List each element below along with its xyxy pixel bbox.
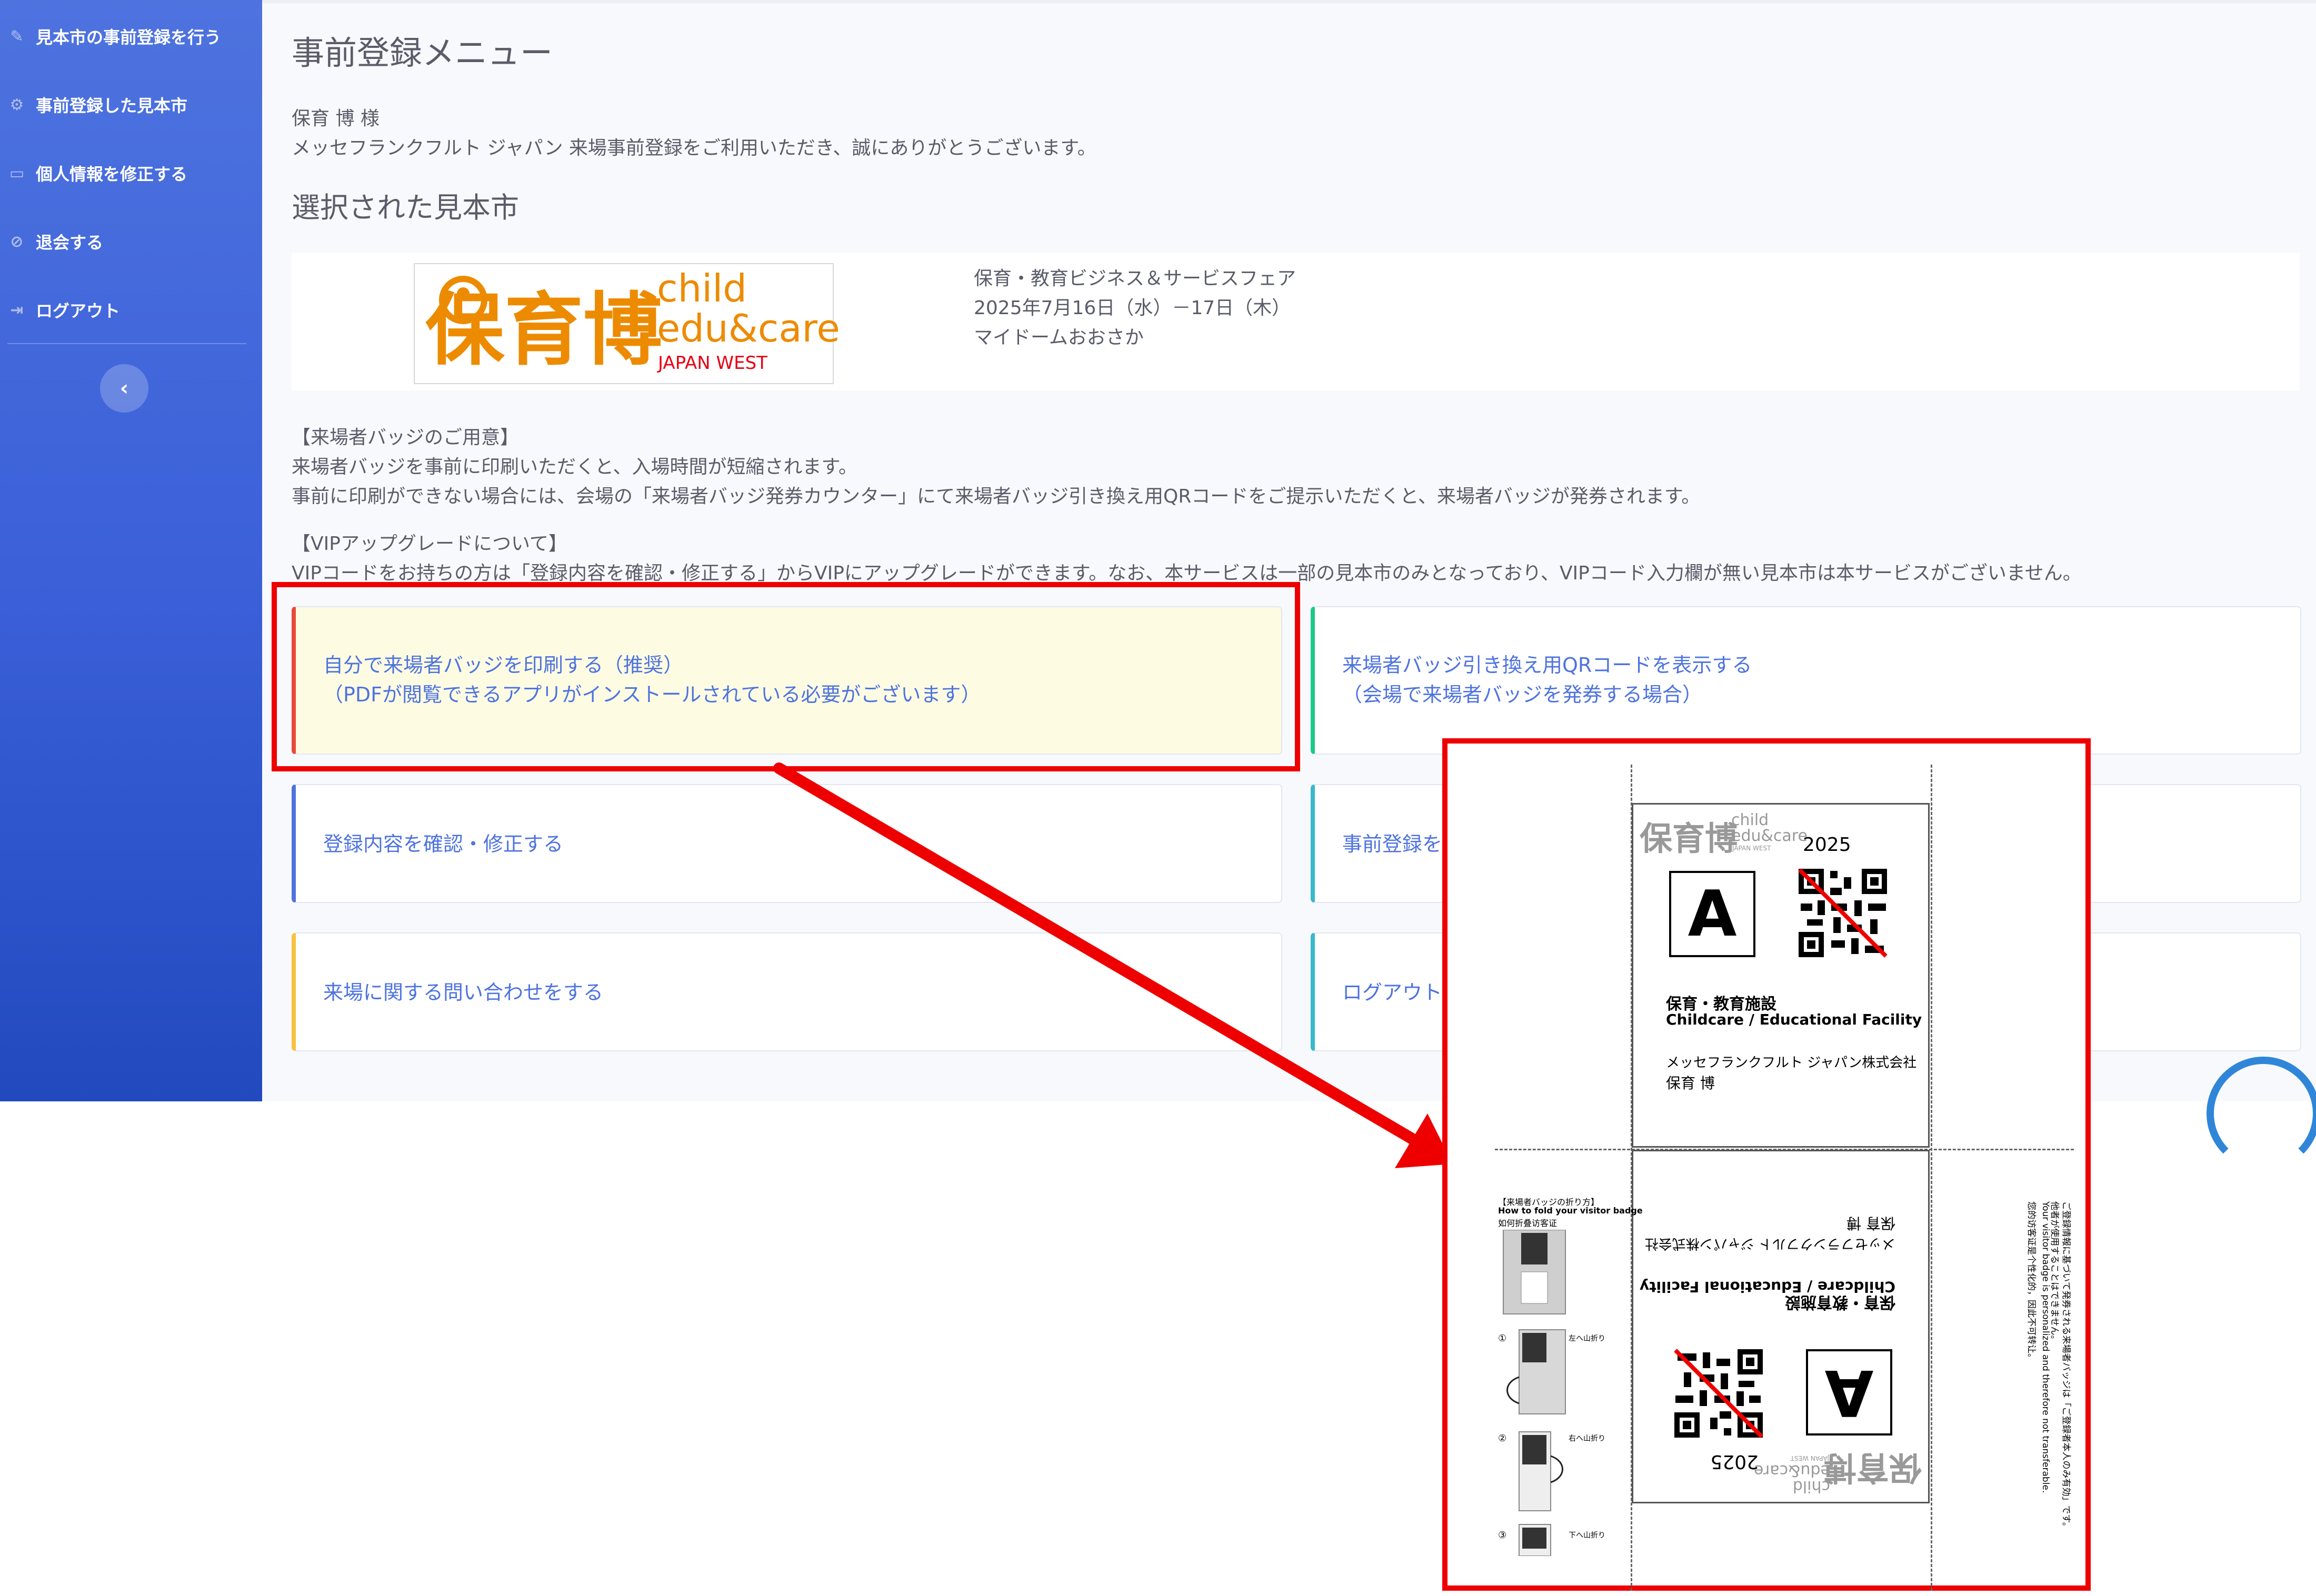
badge-name: 保育 博 <box>1666 1075 1715 1092</box>
badge-notice-title: 【来場者バッジのご用意】 <box>292 427 520 448</box>
logo-child-text: child <box>657 266 747 310</box>
fold-step-number: ① <box>1498 1333 1507 1344</box>
badge-category-en: Childcare / Educational Facility <box>1639 1278 1895 1296</box>
contact-label: 来場に関する問い合わせをする <box>323 981 604 1004</box>
badge-category-en: Childcare / Educational Facility <box>1666 1011 1922 1028</box>
sidebar-item-profile[interactable]: ▭ 個人情報を修正する <box>7 161 187 185</box>
cut-line <box>1931 765 1932 1591</box>
badge-letter: A <box>1669 871 1755 957</box>
loading-spinner <box>2207 1057 2316 1170</box>
sidebar-item-withdraw[interactable]: ⊘ 退会する <box>7 229 103 254</box>
vip-notice-title: 【VIPアップグレードについて】 <box>292 533 567 555</box>
badge-front: 保育博 child edu&care JAPAN WEST 2025 A 保育・… <box>1632 803 1930 1148</box>
gear-icon: ⚙ <box>9 95 24 114</box>
chevron-left-icon: ‹ <box>119 376 129 400</box>
qr-code-icon <box>1674 1349 1763 1438</box>
fold-title-en: How to fold your visitor badge <box>1498 1206 1643 1216</box>
show-qr-button[interactable]: 来場者バッジ引き換え用QRコードを表示する （会場で来場者バッジを発券する場合） <box>1311 606 2301 755</box>
logo-sub-text: JAPAN WEST <box>658 353 767 374</box>
fair-date: 2025年7月16日（水）－17日（木） <box>974 297 1291 319</box>
id-card-icon: ▭ <box>9 164 25 183</box>
user-name: 保育 博 様 <box>292 108 380 129</box>
badge-company: メッセフランクフルト ジャパン株式会社 <box>1644 1236 1895 1251</box>
show-qr-sublabel: （会場で来場者バッジを発券する場合） <box>1342 683 1703 706</box>
fold-step2-text: 右へ山折り <box>1569 1434 1605 1443</box>
fair-name: 保育・教育ビジネス＆サービスフェア <box>974 268 1296 289</box>
sidebar-item-register[interactable]: ✎ 見本市の事前登録を行う <box>7 24 221 48</box>
fair-logo: 保育博 child edu&care JAPAN WEST <box>414 263 840 384</box>
sidebar-item-label: 個人情報を修正する <box>36 164 188 184</box>
fold-step3-text: 下へ山折り <box>1569 1531 1605 1540</box>
highlight-box <box>272 582 1300 771</box>
sign-out-icon: ⇥ <box>10 300 24 319</box>
sidebar-item-label: ログアウト <box>36 301 121 321</box>
sidebar-item-label: 退会する <box>36 233 104 253</box>
badge-back: 保育博 child edu&care JAPAN WEST 2025 A 保育・… <box>1632 1150 1930 1503</box>
page-title: 事前登録メニュー <box>292 34 553 72</box>
badge-logo-sub: JAPAN WEST <box>1732 845 1771 852</box>
selected-fair-heading: 選択された見本市 <box>292 191 519 224</box>
fold-step-number: ③ <box>1498 1530 1507 1541</box>
badge-logo-main: 保育博 <box>1640 819 1738 858</box>
ban-icon: ⊘ <box>10 232 24 251</box>
badge-notice-en: Your visitor badge is personalized and t… <box>2040 1201 2051 1493</box>
logo-educare-text: edu&care <box>657 306 840 350</box>
sidebar-item-logout[interactable]: ⇥ ログアウト <box>7 298 120 322</box>
fair-venue: マイドームおおさか <box>974 327 1144 348</box>
fold-step-number: ② <box>1498 1433 1507 1444</box>
sidebar-toggle-button[interactable]: ‹ <box>100 364 148 413</box>
badge-logo-main: 保育博 <box>1823 1449 1922 1487</box>
badge-year: 2025 <box>1803 834 1851 856</box>
sidebar: ✎ 見本市の事前登録を行う ⚙ 事前登録した見本市 ▭ 個人情報を修正する ⊘ … <box>0 0 262 1101</box>
badge-category-jp: 保育・教育施設 <box>1785 1293 1895 1311</box>
sidebar-item-label: 事前登録した見本市 <box>36 96 188 116</box>
badge-notice-jp: ご登録情報に基づいて発券される来場者バッジは「ご登録者本人のみ有効」です。 <box>2061 1201 2071 1531</box>
topbar <box>262 0 2316 3</box>
badge-logo-educare: edu&care <box>1731 827 1808 845</box>
badge-logo-educare: edu&care <box>1754 1461 1830 1480</box>
pointer-arrow <box>773 762 1453 1168</box>
badge-logo-child: child <box>1792 1477 1830 1495</box>
badge-notice-jp2: 他者が使用することはできません。 <box>2049 1201 2060 1344</box>
fold-title-cn: 如何折叠访客证 <box>1498 1218 1558 1228</box>
fold-step1-text: 左へ山折り <box>1569 1334 1605 1343</box>
badge-notice-line: 事前に印刷ができない場合には、会場の「来場者バッジ発券カウンター」にて来場者バッ… <box>292 486 1701 507</box>
logo-main-text: 保育博 <box>425 285 663 376</box>
badge-notice: ご登録情報に基づいて発券される来場者バッジは「ご登録者本人のみ有効」です。 他者… <box>1963 1201 2079 1570</box>
greeting-text: メッセフランクフルト ジャパン 来場事前登録をご利用いただき、誠にありがとうござ… <box>292 137 1096 159</box>
sidebar-item-registered-fairs[interactable]: ⚙ 事前登録した見本市 <box>7 93 187 117</box>
badge-preview: 保育博 child edu&care JAPAN WEST 2025 A 保育・… <box>1442 738 2091 1591</box>
badge-company: メッセフランクフルト ジャパン株式会社 <box>1666 1055 1917 1071</box>
badge-letter: A <box>1806 1349 1892 1436</box>
badge-year: 2025 <box>1710 1451 1759 1472</box>
badge-notice-line: 来場者バッジを事前に印刷いただくと、入場時間が短縮されます。 <box>292 456 857 478</box>
edit-icon: ✎ <box>10 27 24 46</box>
sidebar-item-label: 見本市の事前登録を行う <box>36 27 222 47</box>
qr-code-icon <box>1798 868 1888 958</box>
show-qr-label: 来場者バッジ引き換え用QRコードを表示する <box>1342 654 1752 677</box>
fold-diagram <box>1503 1230 1566 1556</box>
badge-logo-sub: JAPAN WEST <box>1790 1454 1829 1462</box>
edit-registration-label: 登録内容を確認・修正する <box>323 832 564 856</box>
vip-notice-line: VIPコードをお持ちの方は「登録内容を確認・修正する」からVIPにアップグレード… <box>292 563 2082 584</box>
badge-name: 保育 博 <box>1846 1214 1895 1232</box>
badge-notice-cn: 您的访客证是个性化的，因此不可转让。 <box>2026 1201 2037 1362</box>
sidebar-divider <box>7 343 246 344</box>
